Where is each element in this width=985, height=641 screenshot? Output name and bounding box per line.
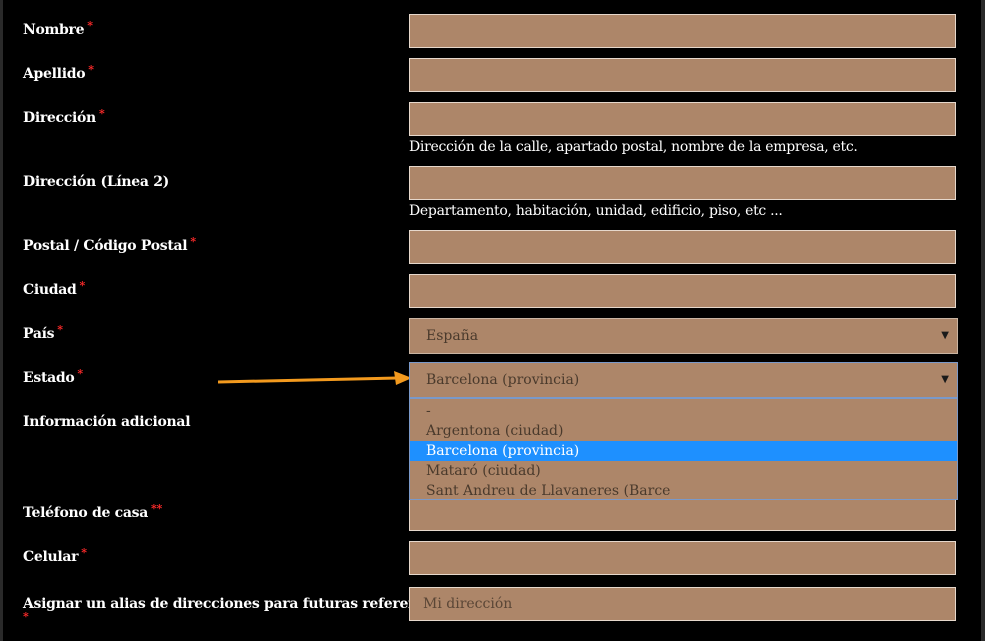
dropdown-option[interactable]: Mataró (ciudad) [410,461,957,481]
dropdown-option-selected[interactable]: Barcelona (provincia) [410,441,957,461]
arrow-right-icon [218,371,412,385]
dropdown-option[interactable]: - [410,401,957,421]
frame-border-left [0,0,3,641]
info-label: Información adicional [23,414,191,430]
apellido-label-text: Apellido [23,66,86,82]
required-marker: * [23,610,29,623]
direccion-label-text: Dirección [23,110,96,126]
direccion-input[interactable] [409,102,956,136]
direccion2-label-text: Dirección (Línea 2) [23,174,169,190]
nombre-label-text: Nombre [23,22,85,38]
postal-label: Postal / Código Postal * [23,235,196,254]
direccion2-input[interactable] [409,166,956,200]
telefono-label-text: Teléfono de casa [23,505,149,521]
alias-label: Asignar un alias de direcciones para fut… [23,596,452,625]
required-marker: ** [151,502,162,515]
chevron-down-icon: ▼ [941,374,949,385]
estado-selected-value: Barcelona (provincia) [426,372,580,388]
ciudad-label: Ciudad * [23,279,86,298]
postal-input[interactable] [409,230,956,264]
telefono-input[interactable] [409,497,956,531]
ciudad-label-text: Ciudad [23,282,77,298]
apellido-label: Apellido * [23,63,94,82]
required-marker: * [77,367,83,380]
alias-input[interactable] [409,587,956,621]
pais-label: País * [23,323,63,342]
pais-label-text: País [23,326,55,342]
pais-select[interactable]: España ▼ [409,318,958,354]
ciudad-input[interactable] [409,274,956,308]
dropdown-option[interactable]: Argentona (ciudad) [410,421,957,441]
telefono-label: Teléfono de casa ** [23,502,162,521]
celular-label: Celular * [23,546,87,565]
direccion2-label: Dirección (Línea 2) [23,174,169,190]
required-marker: * [57,323,63,336]
required-marker: * [88,63,94,76]
apellido-input[interactable] [409,58,956,92]
direccion-label: Dirección * [23,107,105,126]
frame-border-right [981,0,985,641]
direccion2-help-text: Departamento, habitación, unidad, edific… [409,203,783,219]
pais-selected-value: España [426,328,479,344]
estado-label-text: Estado [23,370,75,386]
required-marker: * [79,279,86,292]
nombre-label: Nombre * [23,19,93,38]
required-marker: * [190,235,196,248]
info-label-text: Información adicional [23,414,191,430]
estado-dropdown-list[interactable]: - Argentona (ciudad) Barcelona (provinci… [409,398,958,500]
direccion-help-text: Dirección de la calle, apartado postal, … [409,139,858,155]
required-marker: * [98,107,105,120]
celular-input[interactable] [409,541,956,575]
chevron-down-icon: ▼ [941,330,949,341]
required-marker: * [81,546,87,559]
required-marker: * [87,19,93,32]
estado-label: Estado * [23,367,83,386]
postal-label-text: Postal / Código Postal [23,238,188,254]
dropdown-option[interactable]: Sant Andreu de Llavaneres (Barce [410,481,957,501]
nombre-input[interactable] [409,14,956,48]
estado-select[interactable]: Barcelona (provincia) ▼ [409,362,958,398]
celular-label-text: Celular [23,549,79,565]
